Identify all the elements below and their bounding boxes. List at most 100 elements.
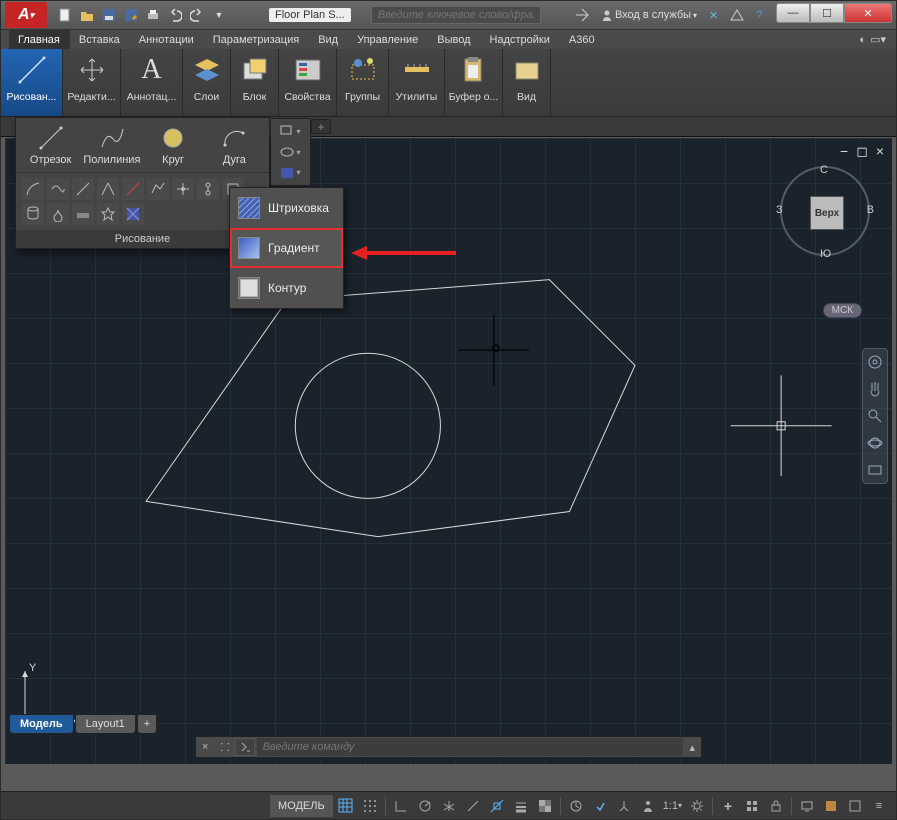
layout-tab-model[interactable]: Модель	[9, 714, 74, 734]
panel-draw[interactable]: Рисован...	[1, 49, 63, 116]
sb-iso-icon[interactable]	[438, 795, 460, 817]
file-tab-add[interactable]: +	[311, 119, 331, 134]
viewcube-south[interactable]: Ю	[820, 248, 831, 260]
panel-block[interactable]: Блок	[231, 49, 279, 116]
cmdline-recent-icon[interactable]: ▴	[683, 741, 701, 754]
draw-mini-2[interactable]	[47, 178, 69, 200]
side-hatch-dropdown[interactable]: ▾	[275, 164, 306, 181]
cmdline-close-icon[interactable]: ×	[196, 741, 214, 753]
sb-gear-icon[interactable]	[686, 795, 708, 817]
qat-open-icon[interactable]	[77, 5, 97, 25]
draw-circle[interactable]: Круг	[146, 124, 200, 166]
ribbon-tail-box-icon[interactable]: ▭▾	[870, 33, 886, 46]
ribbon-tab-home[interactable]: Главная	[9, 30, 70, 49]
layout-tab-layout1[interactable]: Layout1	[75, 714, 136, 734]
viewport-maximize-icon[interactable]: ◻	[856, 143, 868, 160]
draw-mini-1[interactable]	[22, 178, 44, 200]
sb-polar-icon[interactable]	[414, 795, 436, 817]
sb-cycle-icon[interactable]	[589, 795, 611, 817]
viewcube-face[interactable]: Верх	[810, 196, 844, 230]
nav-pan-icon[interactable]	[866, 380, 884, 398]
draw-polyline[interactable]: Полилиния	[85, 124, 139, 166]
search-input[interactable]	[371, 6, 541, 24]
nav-showmotion-icon[interactable]	[866, 461, 884, 479]
panel-view[interactable]: Вид	[503, 49, 551, 116]
panel-utilities[interactable]: Утилиты	[389, 49, 445, 116]
sb-snap-icon[interactable]	[359, 795, 381, 817]
draw-mini-10[interactable]	[22, 203, 44, 225]
sb-ws-icon[interactable]	[741, 795, 763, 817]
ribbon-tail-bullet-icon[interactable]: ◐	[859, 34, 866, 46]
sb-qprop-icon[interactable]	[613, 795, 635, 817]
viewcube[interactable]: Верх С Ю З В	[780, 166, 870, 256]
qat-saveas-icon[interactable]	[121, 5, 141, 25]
sb-add-icon[interactable]: +	[717, 795, 739, 817]
draw-mini-5[interactable]	[122, 178, 144, 200]
viewcube-east[interactable]: В	[867, 204, 874, 216]
sb-transparency-icon[interactable]	[534, 795, 556, 817]
ribbon-tab-insert[interactable]: Вставка	[70, 30, 130, 49]
a360-icon[interactable]	[727, 9, 747, 21]
panel-clipboard[interactable]: Буфер о...	[445, 49, 503, 116]
flyout-boundary[interactable]: Контур	[230, 268, 343, 308]
flyout-gradient[interactable]: Градиент	[230, 228, 343, 268]
sb-lwt-icon[interactable]	[510, 795, 532, 817]
command-input[interactable]	[257, 738, 684, 756]
cmdline-handle-icon[interactable]: ⸬	[214, 740, 234, 755]
draw-arc[interactable]: Дуга	[207, 124, 261, 166]
nav-zoom-icon[interactable]	[866, 407, 884, 425]
minimize-button[interactable]: —	[776, 3, 810, 23]
maximize-button[interactable]: ☐	[810, 3, 844, 23]
draw-line[interactable]: Отрезок	[24, 124, 78, 166]
sb-sc-icon[interactable]	[565, 795, 587, 817]
sb-monitor-icon[interactable]	[796, 795, 818, 817]
side-rect-dropdown[interactable]: ▾	[275, 123, 306, 140]
draw-mini-4[interactable]	[97, 178, 119, 200]
qat-plot-icon[interactable]	[143, 5, 163, 25]
viewport-close-icon[interactable]: ×	[876, 143, 884, 160]
layout-tab-add[interactable]: +	[137, 714, 157, 734]
close-button[interactable]: ✕	[844, 3, 892, 23]
sb-osnap-icon[interactable]	[486, 795, 508, 817]
nav-orbit-icon[interactable]	[866, 434, 884, 452]
sb-custom-icon[interactable]: ≡	[868, 795, 890, 817]
ribbon-tab-addins[interactable]: Надстройки	[481, 30, 560, 49]
viewcube-north[interactable]: С	[820, 164, 828, 176]
viewport-minimize-icon[interactable]: −	[840, 143, 848, 160]
draw-mini-8[interactable]	[197, 178, 219, 200]
draw-mini-3[interactable]	[72, 178, 94, 200]
sb-annoscale-label[interactable]: 1:1 ▾	[661, 795, 684, 817]
flyout-hatch[interactable]: Штриховка	[230, 188, 343, 228]
nav-wheel-icon[interactable]	[866, 353, 884, 371]
ribbon-tab-parametric[interactable]: Параметризация	[204, 30, 309, 49]
qat-more-icon[interactable]: ▼	[209, 5, 229, 25]
panel-groups[interactable]: Группы	[337, 49, 389, 116]
ribbon-tab-a360[interactable]: A360	[560, 30, 605, 49]
panel-modify[interactable]: Редакти...	[63, 49, 121, 116]
sb-person-icon[interactable]	[637, 795, 659, 817]
side-ellipse-dropdown[interactable]: ▾	[275, 144, 306, 161]
ribbon-tab-view[interactable]: Вид	[309, 30, 348, 49]
draw-mini-6[interactable]	[147, 178, 169, 200]
sb-model-button[interactable]: МОДЕЛЬ	[270, 795, 333, 817]
viewcube-west[interactable]: З	[776, 204, 783, 216]
qat-save-icon[interactable]	[99, 5, 119, 25]
panel-annotation[interactable]: A Аннотац...	[121, 49, 183, 116]
sb-lock-icon[interactable]	[765, 795, 787, 817]
sb-ortho-icon[interactable]	[390, 795, 412, 817]
draw-mini-14[interactable]	[122, 203, 144, 225]
panel-layers[interactable]: Слои	[183, 49, 231, 116]
qat-undo-icon[interactable]	[165, 5, 185, 25]
help-icon[interactable]: ?	[753, 9, 766, 21]
sb-otrack-icon[interactable]	[462, 795, 484, 817]
document-title[interactable]: Floor Plan S...	[269, 8, 351, 22]
draw-mini-13[interactable]	[97, 203, 119, 225]
ribbon-tab-manage[interactable]: Управление	[348, 30, 428, 49]
sb-hw-icon[interactable]	[820, 795, 842, 817]
wcs-badge[interactable]: МСК	[823, 303, 862, 318]
draw-mini-11[interactable]	[47, 203, 69, 225]
ribbon-tab-annotate[interactable]: Аннотации	[130, 30, 204, 49]
panel-properties[interactable]: Свойства	[279, 49, 337, 116]
draw-mini-7[interactable]	[172, 178, 194, 200]
signin-button[interactable]: Вход в службы▾	[598, 9, 700, 21]
